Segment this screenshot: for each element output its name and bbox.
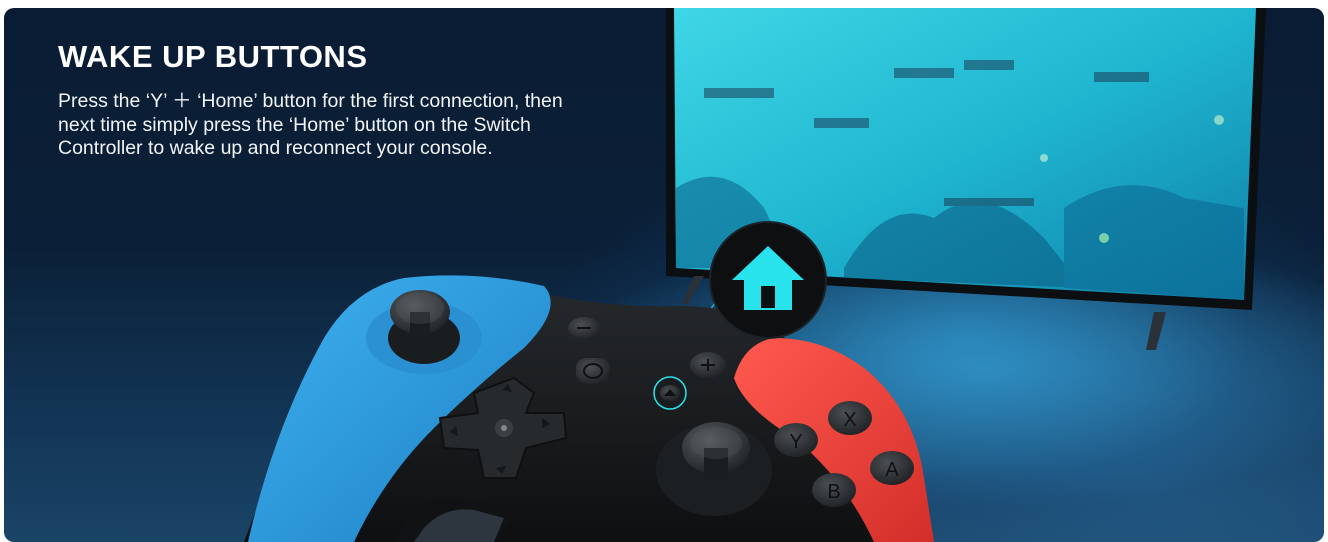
capture-button [576, 358, 610, 384]
svg-text:Y: Y [789, 431, 802, 453]
svg-text:X: X [843, 409, 856, 431]
face-button-a: A [870, 451, 914, 485]
banner-description: Press the ‘Y’ ＋ ‘Home’ button for the fi… [58, 90, 563, 159]
face-button-x: X [828, 401, 872, 435]
svg-text:B: B [827, 481, 840, 503]
home-callout [709, 221, 827, 339]
face-button-b: B [812, 473, 856, 507]
text-panel: WAKE UP BUTTONS Press the ‘Y’ ＋ ‘Home’ b… [58, 38, 618, 161]
promo-banner: X Y A B WAKE UP BUTTONS Press the ‘Y’ ＋ … [4, 8, 1324, 542]
face-button-y: Y [774, 423, 818, 457]
svg-text:A: A [885, 459, 899, 481]
banner-title: WAKE UP BUTTONS [58, 39, 368, 74]
